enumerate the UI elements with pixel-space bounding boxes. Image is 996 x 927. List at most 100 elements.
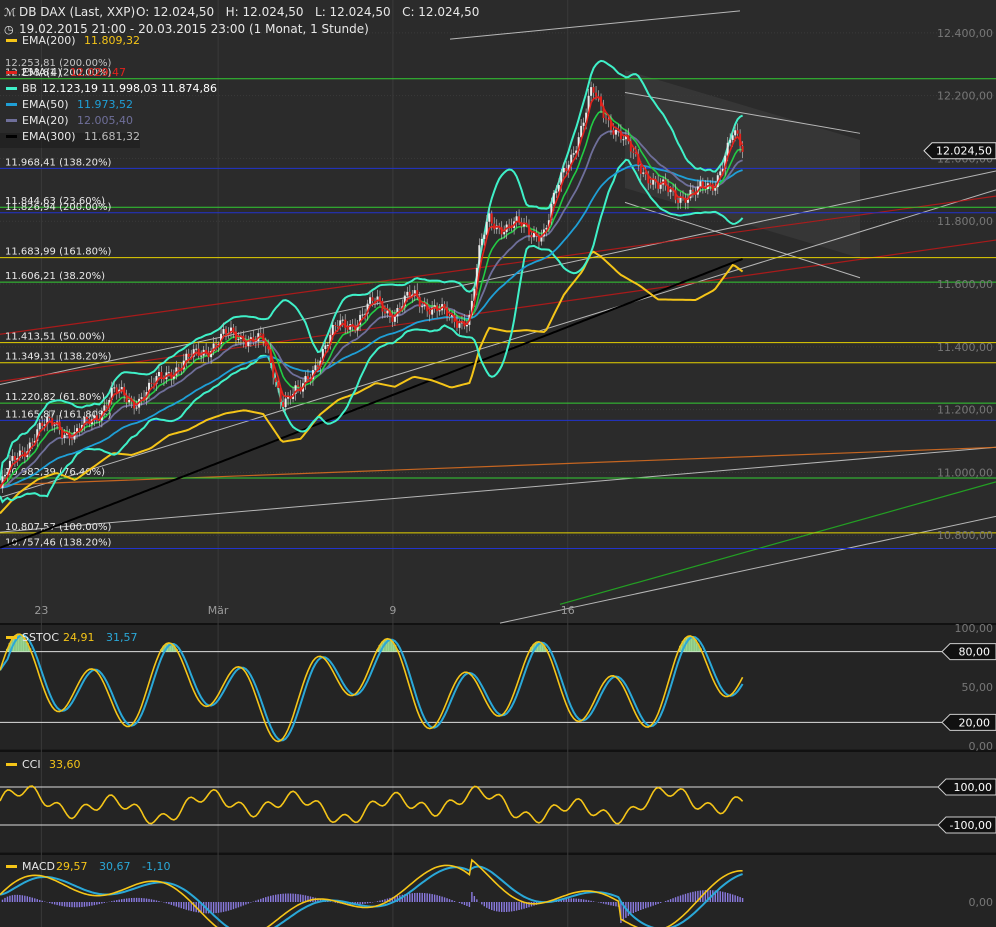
cci-level-label: -100,00 xyxy=(950,819,992,832)
candle-body xyxy=(53,424,56,426)
cci-panel xyxy=(0,752,996,852)
legend-values: 11.681,32 xyxy=(84,130,140,143)
candle-body xyxy=(341,319,344,321)
y-tick-label: 11.200,00 xyxy=(937,404,993,417)
candle-body xyxy=(731,135,734,141)
candle-body xyxy=(38,422,41,430)
candle-body xyxy=(48,416,51,419)
candle-body xyxy=(13,456,16,461)
candle-body xyxy=(115,387,118,393)
candle-body xyxy=(3,474,6,477)
candle-body xyxy=(515,216,518,222)
candle-body xyxy=(729,140,732,143)
candle-body xyxy=(582,122,585,126)
candle-body xyxy=(562,167,565,173)
candle-body xyxy=(438,310,441,312)
candle-body xyxy=(160,372,163,378)
fib-level-label: 11.349,31 (138.20%) xyxy=(5,352,111,363)
candle-body xyxy=(398,308,401,310)
trading-chart[interactable]: 12.253,81 (200.00%) 11.968,41 (138.20%) 11… xyxy=(0,0,996,927)
candle-body xyxy=(734,130,737,136)
candle-body xyxy=(741,145,744,152)
ohlc-values: O: 12.024,50 H: 12.024,50 L: 12.024,50 C… xyxy=(136,5,479,19)
symbol-title: DB DAX (Last, XXP) xyxy=(19,5,135,19)
candle-body xyxy=(297,385,300,387)
macd-legend-name: MACD xyxy=(22,860,55,873)
fib-level-label: 11.413,51 (50.00%) xyxy=(5,332,105,343)
legend-values: 11.973,52 xyxy=(77,98,133,111)
candle-body xyxy=(406,291,409,296)
logo-icon: ℳ xyxy=(4,6,16,19)
candle-body xyxy=(428,311,431,315)
legend-name: EMA(20) xyxy=(22,114,69,127)
candle-body xyxy=(314,365,317,371)
candle-body xyxy=(336,325,339,327)
y-tick-label: 10.800,00 xyxy=(937,529,993,542)
candle-body xyxy=(331,324,334,336)
candle-body xyxy=(11,456,14,461)
legend-values: 12.005,40 xyxy=(77,114,133,127)
candle-body xyxy=(167,372,170,374)
candle-body xyxy=(195,348,198,350)
macd-legend-value: 29,57 xyxy=(56,860,88,873)
candle-body xyxy=(334,324,337,326)
candle-body xyxy=(490,213,493,224)
legend-swatch xyxy=(6,71,17,74)
candle-body xyxy=(592,87,595,93)
candle-body xyxy=(590,87,593,96)
candle-body xyxy=(215,343,218,346)
candle-body xyxy=(607,119,610,121)
candle-body xyxy=(371,297,374,302)
candle-body xyxy=(197,348,200,356)
y-tick-label: 11.000,00 xyxy=(937,466,993,479)
candle-body xyxy=(284,398,287,408)
candle-body xyxy=(677,199,680,203)
sstoc-level-label: 80,00 xyxy=(959,646,991,659)
fib-level-label: 11.683,99 (161.80%) xyxy=(5,247,111,258)
candle-body xyxy=(642,172,645,174)
candle-body xyxy=(488,213,491,222)
candle-body xyxy=(632,151,635,153)
candle-body xyxy=(595,92,598,97)
candle-body xyxy=(649,183,652,185)
candle-body xyxy=(679,197,682,203)
legend-values: 12.123,19 11.998,03 11.874,86 xyxy=(42,82,217,95)
candle-body xyxy=(41,422,44,426)
fib-level-label: 11.606,21 (38.20%) xyxy=(5,271,105,282)
candle-body xyxy=(565,167,568,172)
fib-level-label: 10.807,57 (100.00%) xyxy=(5,522,111,533)
macd-swatch xyxy=(6,865,17,868)
y-tick-label: 11.600,00 xyxy=(937,278,993,291)
sstoc-tick: 100,00 xyxy=(955,622,994,635)
sstoc-legend-value: 24,91 xyxy=(63,631,95,644)
candle-body xyxy=(659,184,662,189)
candle-body xyxy=(135,407,138,409)
clock-icon: ◷ xyxy=(4,23,14,36)
candle-body xyxy=(85,416,88,420)
candle-body xyxy=(316,365,319,367)
sstoc-tick: 0,00 xyxy=(969,740,994,753)
candle-body xyxy=(157,372,160,377)
candle-body xyxy=(483,234,486,239)
candle-body xyxy=(639,165,642,174)
sstoc-level-label: 20,00 xyxy=(959,716,991,729)
legend-swatch xyxy=(6,39,17,42)
candle-body xyxy=(572,153,575,155)
legend-values: 11.809,32 xyxy=(84,34,140,47)
candle-body xyxy=(699,181,702,187)
overlap-label: 12.253,81 (200.00%) xyxy=(5,58,111,69)
candle-body xyxy=(612,129,615,135)
legend-swatch xyxy=(6,87,17,90)
x-tick-label: 16 xyxy=(561,604,575,617)
candle-body xyxy=(63,434,66,439)
candle-body xyxy=(222,329,225,334)
fib-level-label: 11.826,94 (200.00%) xyxy=(5,202,111,213)
candle-body xyxy=(552,192,555,204)
macd-tick: 0,00 xyxy=(969,896,994,909)
candle-body xyxy=(448,316,451,318)
sstoc-panel xyxy=(0,625,996,749)
candle-body xyxy=(21,450,24,453)
candle-body xyxy=(503,232,506,235)
candle-body xyxy=(105,405,108,407)
candle-body xyxy=(200,355,203,357)
